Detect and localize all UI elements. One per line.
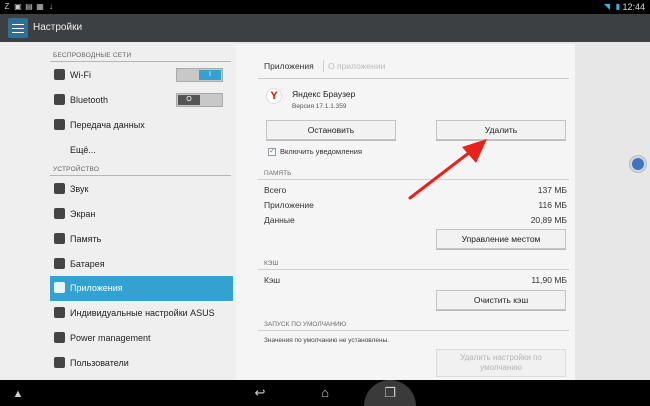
manage-storage-button[interactable]: Управление местом bbox=[436, 229, 566, 249]
section-divider bbox=[50, 175, 231, 176]
sidebar-item-label: Wi-Fi bbox=[70, 70, 91, 80]
sidebar-item-memory[interactable]: Память bbox=[50, 227, 233, 252]
clear-defaults-button[interactable]: Удалить настройки по умолчанию bbox=[436, 349, 566, 377]
sidebar-item-battery[interactable]: Батарея bbox=[50, 252, 233, 277]
bluetooth-icon bbox=[54, 94, 65, 105]
tab-separator bbox=[323, 60, 324, 72]
notification-z-icon: Z bbox=[4, 2, 10, 11]
users-icon bbox=[54, 357, 65, 368]
settings-sidebar: БЕСПРОВОДНЫЕ СЕТИ Wi-Fi I Bluetooth O Пе… bbox=[0, 42, 236, 380]
notifications-label: Включить уведомления bbox=[280, 147, 363, 156]
section-divider bbox=[50, 61, 231, 62]
section-wireless-heading: БЕСПРОВОДНЫЕ СЕТИ bbox=[53, 52, 132, 59]
app-title: Настройки bbox=[33, 22, 83, 33]
cache-label: Кэш bbox=[264, 275, 281, 285]
uninstall-button[interactable]: Удалить bbox=[436, 120, 566, 140]
gallery-icon: ▣ bbox=[14, 2, 22, 11]
app-details-panel: Приложения О приложении Y Яндекс Браузер… bbox=[236, 44, 575, 380]
navigation-bar: ▲ ↩ ⌂ ❐ bbox=[0, 380, 650, 406]
apps-icon bbox=[54, 282, 65, 293]
sidebar-item-label: Power management bbox=[70, 333, 151, 343]
sidebar-item-data-transfer[interactable]: Передача данных bbox=[50, 113, 233, 138]
sidebar-item-more[interactable]: Ещё... bbox=[50, 138, 233, 163]
display-icon bbox=[54, 208, 65, 219]
sidebar-item-label: Приложения bbox=[70, 283, 123, 293]
section-device-heading: УСТРОЙСТВО bbox=[53, 166, 100, 173]
storage-data-value: 20,89 МБ bbox=[530, 215, 567, 225]
sidebar-item-apps[interactable]: Приложения bbox=[50, 276, 233, 301]
storage-app-label: Приложение bbox=[264, 200, 314, 210]
storage-divider bbox=[258, 179, 569, 180]
action-bar: Настройки bbox=[0, 14, 650, 42]
status-time: 12:44 bbox=[622, 2, 645, 12]
sidebar-item-label: Батарея bbox=[70, 259, 105, 269]
battery-settings-icon bbox=[54, 258, 65, 269]
sidebar-item-label: Экран bbox=[70, 209, 96, 219]
storage-total-label: Всего bbox=[264, 185, 287, 195]
sound-icon bbox=[54, 183, 65, 194]
sidebar-item-bluetooth[interactable]: Bluetooth O bbox=[50, 88, 233, 113]
sidebar-item-power[interactable]: Power management bbox=[50, 326, 233, 351]
battery-icon: ▮ bbox=[615, 2, 621, 11]
tab-about[interactable]: О приложении bbox=[328, 60, 385, 72]
tab-apps[interactable]: Приложения bbox=[264, 60, 314, 72]
storage-data-label: Данные bbox=[264, 215, 295, 225]
sidebar-item-screen[interactable]: Экран bbox=[50, 202, 233, 227]
recent-apps-icon[interactable]: ❐ bbox=[378, 384, 402, 402]
storage-total-value: 137 МБ bbox=[537, 185, 567, 195]
tabs-divider bbox=[258, 78, 569, 79]
notifications-checkbox[interactable]: ✓ bbox=[268, 148, 276, 156]
cache-heading: КЭШ bbox=[264, 260, 279, 267]
sidebar-item-label: Индивидуальные настройки ASUS bbox=[70, 308, 215, 318]
cache-value: 11,90 МБ bbox=[531, 275, 567, 285]
keyboard-collapse-icon[interactable]: ▲ bbox=[6, 385, 30, 403]
sidebar-item-label: Пользователи bbox=[70, 358, 129, 368]
app-version: Версия 17.1.1.359 bbox=[292, 103, 347, 110]
storage-icon bbox=[54, 233, 65, 244]
app-name: Яндекс Браузер bbox=[292, 89, 356, 99]
defaults-heading: ЗАПУСК ПО УМОЛЧАНИЮ bbox=[264, 321, 347, 328]
clear-cache-button[interactable]: Очистить кэш bbox=[436, 290, 566, 310]
settings-notification-icon: ▤ bbox=[25, 2, 33, 11]
download-icon: ↓ bbox=[49, 2, 53, 11]
defaults-divider bbox=[258, 330, 569, 331]
data-usage-icon bbox=[54, 119, 65, 130]
grid-icon: ▦ bbox=[36, 2, 44, 11]
sidebar-item-wifi[interactable]: Wi-Fi I bbox=[50, 63, 233, 88]
sidebar-item-label: Звук bbox=[70, 184, 89, 194]
yandex-browser-icon: Y bbox=[266, 88, 282, 104]
settings-app-icon[interactable] bbox=[8, 18, 28, 38]
sidebar-item-asus[interactable]: Индивидуальные настройки ASUS bbox=[50, 301, 233, 326]
storage-heading: ПАМЯТЬ bbox=[264, 170, 292, 177]
sidebar-item-label: Bluetooth bbox=[70, 95, 109, 105]
wifi-toggle[interactable]: I bbox=[176, 68, 223, 82]
back-icon[interactable]: ↩ bbox=[248, 384, 272, 402]
sidebar-item-label: Память bbox=[70, 234, 102, 244]
settings-screen: БЕСПРОВОДНЫЕ СЕТИ Wi-Fi I Bluetooth O Пе… bbox=[0, 42, 650, 380]
scroll-handle[interactable] bbox=[630, 156, 646, 172]
cache-divider bbox=[258, 269, 569, 270]
asus-settings-icon bbox=[54, 307, 65, 318]
power-icon bbox=[54, 332, 65, 343]
defaults-text: Значения по умолчанию не установлены. bbox=[264, 337, 390, 344]
bluetooth-toggle[interactable]: O bbox=[176, 93, 223, 107]
wifi-icon bbox=[54, 69, 65, 80]
sidebar-item-users[interactable]: Пользователи bbox=[50, 351, 233, 376]
force-stop-button[interactable]: Остановить bbox=[266, 120, 396, 140]
sidebar-item-label: Передача данных bbox=[70, 120, 145, 130]
wifi-signal-icon: ◥ bbox=[603, 2, 611, 11]
home-icon[interactable]: ⌂ bbox=[313, 384, 337, 402]
sidebar-item-label: Ещё... bbox=[70, 145, 96, 155]
sidebar-item-sound[interactable]: Звук bbox=[50, 177, 233, 202]
status-bar: Z ▣ ▤ ▦ ↓ ◥ ▮ 12:44 bbox=[0, 0, 650, 14]
storage-app-value: 116 МБ bbox=[538, 200, 567, 210]
